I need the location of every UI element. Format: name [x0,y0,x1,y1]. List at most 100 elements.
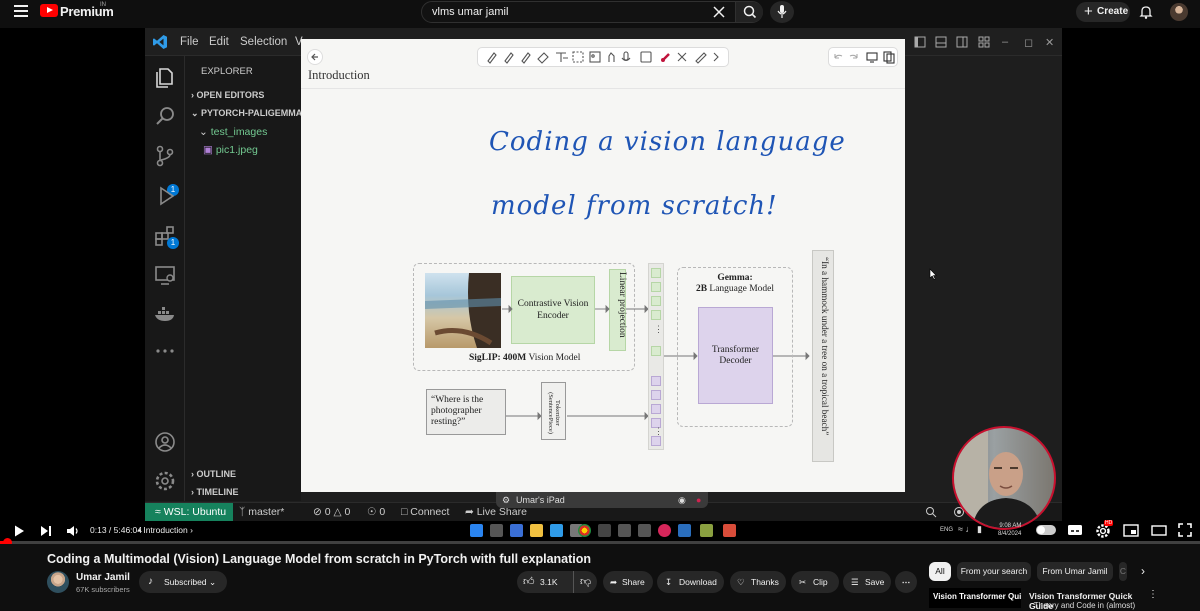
clock-time: 9:08 AM [999,523,1022,529]
problems-indicator[interactable]: ⊘ 0 △ 0 [313,506,350,518]
app-icon[interactable] [700,524,713,537]
toggle-sidebar-icon[interactable] [914,36,926,48]
subtitles-icon[interactable] [1067,523,1083,537]
chips-next-icon[interactable]: › [1141,564,1145,578]
connect-button[interactable]: □ Connect [401,506,449,518]
remote-explorer-icon[interactable] [153,263,177,287]
app-icon[interactable] [723,524,736,537]
search-icon[interactable] [153,104,177,128]
ports-indicator[interactable]: ☉ 0 [367,506,385,518]
timeline-section[interactable]: › TIMELINE [191,487,239,497]
search-box[interactable]: vlms umar jamil [421,1,763,23]
app-icon[interactable] [618,524,631,537]
next-video-icon[interactable] [39,524,53,538]
taskview-icon[interactable] [490,524,503,537]
thanks-button[interactable]: ♡ Thanks [730,571,786,593]
like-count[interactable]: 3.1K [540,577,558,587]
download-button[interactable]: ↧ Download [657,571,724,593]
output-box: “In a hammock under a tree on a tropical… [812,250,834,462]
voice-search-button[interactable] [770,1,794,23]
like-icon[interactable]: 👍︎ [523,571,535,593]
channel-name[interactable]: Umar Jamil [76,572,130,583]
video-player[interactable]: File Edit Selection V – ◻ ✕ 1 1 EXPLORER… [0,28,1200,544]
menu-selection[interactable]: Selection [240,36,287,48]
app-icon[interactable] [678,524,691,537]
play-icon[interactable] [12,524,26,538]
project-folder[interactable]: ⌄ PYTORCH-PALIGEMMA [191,108,302,119]
clip-button[interactable]: ✂ Clip [791,571,839,593]
source-control-icon[interactable] [153,144,177,168]
git-branch-icon: ᛉ [239,506,249,518]
subscribed-button[interactable]: ♪ Subscribed ⌄ [139,571,227,593]
app-icon[interactable] [658,524,671,537]
menu-icon[interactable] [14,5,28,17]
save-button[interactable]: ☰ Save [843,571,891,593]
outline-section[interactable]: › OUTLINE [191,469,236,479]
more-dots-icon: ⋯ [901,577,911,587]
recommendation-menu-icon[interactable]: ⋮ [1148,589,1158,600]
chip-from-channel[interactable]: From Umar Jamil [1037,562,1113,581]
file-explorer-icon[interactable] [530,524,543,537]
settings-taskbar-icon[interactable] [598,524,611,537]
gemma-subtitle: 2B Language Model [677,284,793,294]
explorer-files-icon[interactable] [153,66,177,90]
vscode-taskbar-icon[interactable] [550,524,563,537]
create-button[interactable]: + Create [1076,2,1130,22]
customize-layout-icon[interactable] [978,36,990,48]
close-window-icon[interactable]: ✕ [1045,36,1054,49]
fullscreen-icon[interactable] [1178,523,1192,537]
notes-canvas[interactable]: Introduction Coding a vision language mo… [301,39,905,508]
volume-icon[interactable] [66,524,80,538]
webcam-overlay [952,426,1056,530]
notifications-bell-icon[interactable] [1138,4,1154,20]
app-icon[interactable] [638,524,651,537]
dislike-icon[interactable]: 👎︎ [573,571,591,593]
text-token [651,376,661,386]
autoplay-toggle[interactable] [1036,525,1056,535]
miniplayer-icon[interactable] [1123,524,1139,537]
account-avatar[interactable] [1170,3,1188,21]
wifi-volume-icon[interactable]: ≈ ♩ ▮ [958,524,982,535]
clear-search-icon[interactable] [712,5,726,19]
ipad-mirroring-bar: ⚙ Umar's iPad ◉ ● [496,492,708,508]
menu-file[interactable]: File [180,36,199,48]
more-views-icon[interactable] [153,339,177,363]
zoom-icon[interactable] [925,506,937,518]
tree-folder-test-images[interactable]: ⌄ test_images [199,126,267,138]
minimize-icon[interactable]: – [1002,36,1008,48]
chip-partial[interactable]: C [1119,562,1127,581]
docker-icon[interactable] [153,302,177,326]
git-branch[interactable]: ᛉ master* [239,506,284,518]
toggle-panel-icon[interactable] [935,36,947,48]
search-input[interactable]: vlms umar jamil [432,6,508,18]
token-sequence: ⋮ ⋮ [648,263,664,450]
maximize-icon[interactable]: ◻ [1024,36,1033,49]
menu-edit[interactable]: Edit [209,36,229,48]
recommendation-thumbnail[interactable]: Vision Transformer Quick Guide [929,588,1021,608]
chevron-down-icon: ⌄ [191,108,202,118]
open-editors-section[interactable]: › OPEN EDITORS [191,90,264,100]
settings-gear-icon[interactable] [153,469,177,493]
windows-start-icon[interactable] [470,524,483,537]
chip-from-search[interactable]: From your search [957,562,1031,581]
clock[interactable]: 9:08 AM 8/4/2024 [998,522,1021,538]
tree-file-pic1[interactable]: ▣ pic1.jpeg [203,144,258,156]
record-icon[interactable]: ● [696,492,701,508]
toggle-secondary-sidebar-icon[interactable] [956,36,968,48]
account-icon[interactable] [153,430,177,454]
theater-mode-icon[interactable] [1151,524,1167,537]
chapter-button[interactable]: • Introduction › [138,525,193,535]
youtube-logo-icon[interactable] [40,4,58,17]
youtube-header: Premium IN vlms umar jamil + Create [0,0,1200,24]
chip-all[interactable]: All [929,562,951,581]
camera-icon[interactable]: ◉ [678,492,686,508]
run-debug-icon[interactable] [153,184,177,208]
widgets-icon[interactable] [510,524,523,537]
chrome-icon[interactable] [578,524,591,537]
more-actions-button[interactable]: ⋯ [895,571,917,593]
search-button[interactable] [735,2,763,22]
keyboard-language[interactable]: ENG [940,527,953,533]
channel-avatar[interactable] [47,571,69,593]
settings-icon[interactable]: ⚙ [502,492,510,508]
share-button[interactable]: ➦ Share [603,571,653,593]
